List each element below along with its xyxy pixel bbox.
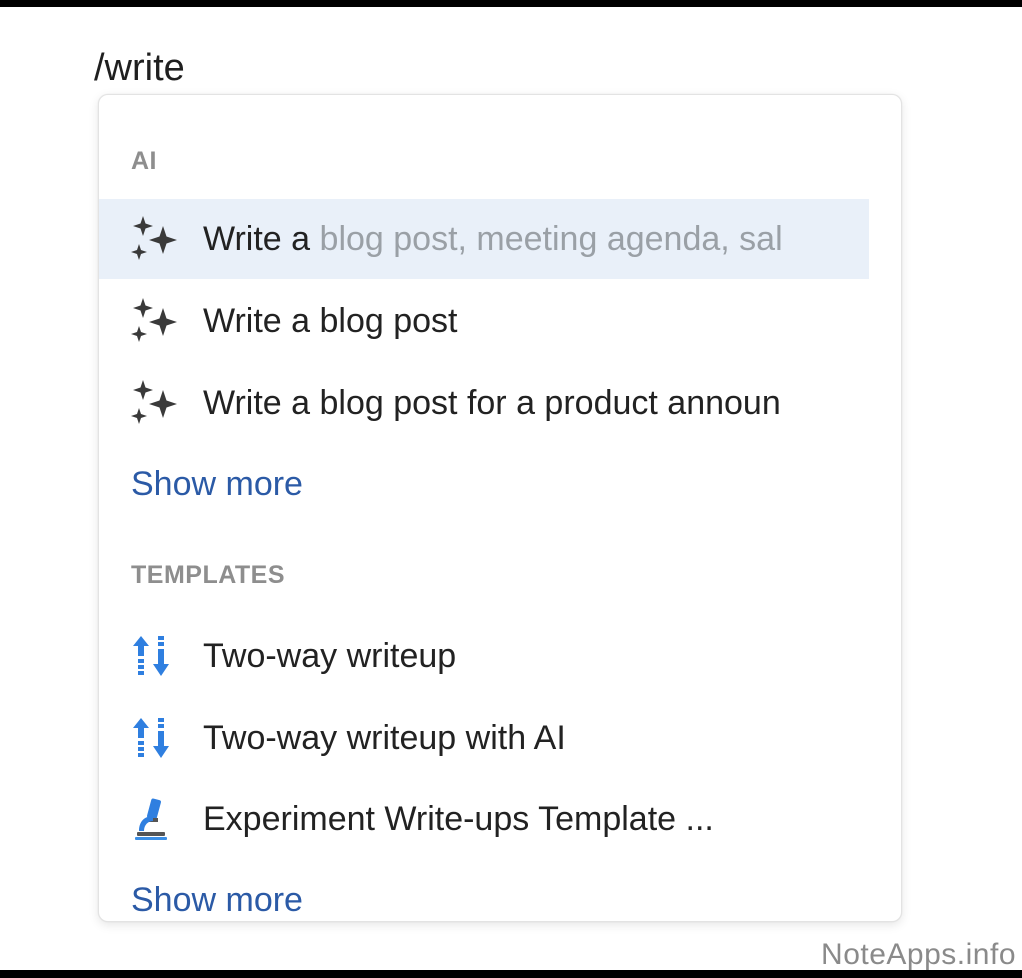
menu-item-label: Write a blog post for a product announ: [203, 383, 781, 422]
section-title-ai: AI: [131, 147, 157, 175]
command-input[interactable]: /write: [94, 42, 185, 94]
ai-show-more-link[interactable]: Show more: [131, 465, 303, 504]
menu-item-label: Experiment Write-ups Template ...: [203, 799, 714, 838]
top-border: [0, 0, 1022, 7]
menu-item-ai-write-suggestion[interactable]: Write a blog post, meeting agenda, sal: [99, 199, 869, 279]
menu-item-label: Write a blog post: [203, 301, 458, 340]
menu-item-template-two-way-writeup-ai[interactable]: Two-way writeup with AI: [99, 698, 869, 778]
menu-item-label: Write a blog post, meeting agenda, sal: [203, 220, 823, 259]
menu-item-ai-write-blog-post[interactable]: Write a blog post: [99, 281, 869, 361]
sort-arrows-icon: [129, 634, 187, 678]
sparkles-icon: [129, 378, 187, 428]
menu-item-template-two-way-writeup[interactable]: Two-way writeup: [99, 616, 869, 696]
microscope-icon: [129, 797, 187, 841]
templates-show-more-link[interactable]: Show more: [131, 881, 303, 920]
slash-command-menu: AI Write a blog post, meeting agenda, sa…: [98, 94, 902, 922]
sort-arrows-icon: [129, 716, 187, 760]
typed-prefix: Write a: [203, 219, 311, 258]
section-title-templates: TEMPLATES: [131, 561, 286, 589]
sparkles-icon: [129, 296, 187, 346]
watermark: NoteApps.info: [821, 938, 1016, 971]
sparkles-icon: [129, 214, 187, 264]
ghost-suggestion: blog post, meeting agenda, sal: [319, 219, 783, 258]
menu-item-template-experiment-writeups[interactable]: Experiment Write-ups Template ...: [99, 779, 869, 859]
menu-item-ai-write-product-announcement[interactable]: Write a blog post for a product announ: [99, 363, 869, 443]
menu-item-label: Two-way writeup: [203, 636, 457, 675]
menu-item-label: Two-way writeup with AI: [203, 718, 566, 757]
bottom-border: [0, 970, 1022, 978]
